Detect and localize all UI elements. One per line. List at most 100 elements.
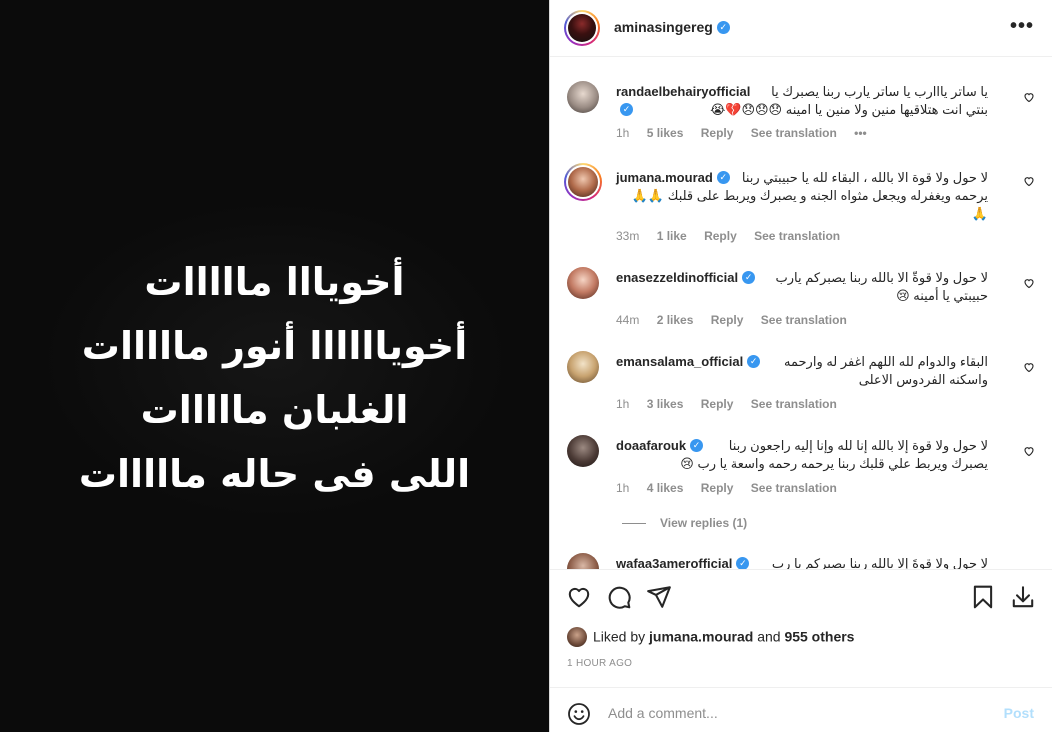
comment-time: 1h: [616, 481, 630, 495]
comment-message: لا حول ولا قوةّ الا بالله ربنا يصبركم يا…: [775, 270, 988, 303]
media-text-line: اللى فى حاله مااااات: [78, 452, 471, 496]
comment-likes[interactable]: 3 likes: [647, 397, 684, 411]
download-icon[interactable]: [1010, 584, 1036, 610]
liked-by-prefix: Liked by: [593, 628, 646, 645]
verified-badge-icon: ✓: [736, 557, 750, 569]
verified-badge-icon: ✓: [747, 355, 761, 368]
comment-body: doaafarouk ✓ لا حول ولا قوة إلا بالله إنا…: [616, 437, 988, 473]
liker-username[interactable]: jumana.mourad: [649, 629, 753, 645]
commenter-username[interactable]: doaafarouk: [616, 437, 686, 455]
comment-options-button[interactable]: •••: [854, 126, 867, 140]
save-bookmark-icon[interactable]: [970, 584, 996, 610]
more-options-button[interactable]: •••: [1010, 14, 1034, 38]
comment-body: emansalama_official ✓ البقاء والدوام لله …: [616, 353, 988, 389]
verified-badge-icon: ✓: [742, 271, 756, 284]
commenter-username[interactable]: jumana.mourad: [616, 169, 713, 187]
like-comment-heart-icon[interactable]: [1023, 277, 1035, 289]
see-translation-button[interactable]: See translation: [751, 481, 837, 495]
comment-time: 1h: [616, 397, 630, 411]
comment-text: jumana.mourad ✓ لا حول ولا قوة الا بالله …: [616, 169, 988, 223]
comment-message: البقاء والدوام لله اللهم اغفر له وارحمه …: [784, 354, 988, 387]
media-text-block: أخويااا مااااات أخوياااااا أنور مااااات …: [0, 250, 549, 506]
comment-meta: 44m 2 likes Reply See translation: [616, 313, 861, 327]
comment-text: wafaa3amerofficial ✓ لا حول ولا قوةَ إلا …: [616, 555, 988, 569]
owner-username[interactable]: aminasingereg ✓: [614, 19, 730, 35]
comment-text: enasezzeldinofficial ✓ لا حول ولا قوةّ ال…: [616, 269, 988, 305]
comment-time: 1h: [616, 126, 630, 140]
comment-time: 44m: [616, 313, 640, 327]
comment-message: يا ساتر يااارب يا ساتر يارب ربنا يصبرك ي…: [710, 84, 988, 117]
comment-message: لا حول ولا قوةَ إلا بالله ربنا يصبركم يا…: [771, 556, 988, 569]
comment-meta: 1h 4 likes Reply See translation: [616, 481, 851, 495]
like-comment-heart-icon[interactable]: [1023, 361, 1035, 373]
like-heart-icon[interactable]: [566, 584, 592, 610]
commenter-avatar[interactable]: [567, 81, 599, 113]
verified-badge-icon: ✓: [620, 103, 633, 116]
commenter-avatar[interactable]: [567, 351, 599, 383]
reply-button[interactable]: Reply: [701, 397, 734, 411]
comment-body: jumana.mourad ✓ لا حول ولا قوة الا بالله …: [616, 169, 988, 223]
like-comment-heart-icon[interactable]: [1023, 175, 1035, 187]
post-media[interactable]: أخويااا مااااات أخوياااااا أنور مااااات …: [0, 0, 549, 732]
post-details-panel: aminasingereg ✓ ••• randaelbehairyofficia…: [549, 0, 1052, 732]
owner-username-text[interactable]: aminasingereg: [614, 19, 713, 35]
comment-text: doaafarouk ✓ لا حول ولا قوة إلا بالله إنا…: [616, 437, 988, 473]
commenter-avatar[interactable]: [564, 163, 602, 201]
comment-input[interactable]: [606, 700, 980, 726]
reply-button[interactable]: Reply: [701, 481, 734, 495]
comment-likes[interactable]: 1 like: [657, 229, 687, 243]
verified-badge-icon: ✓: [716, 20, 730, 34]
post-comment-button[interactable]: Post: [1004, 705, 1034, 721]
comment-likes[interactable]: 2 likes: [657, 313, 694, 327]
liker-avatar[interactable]: [567, 627, 587, 647]
commenter-username[interactable]: randaelbehairyofficial: [616, 83, 750, 101]
view-replies-label[interactable]: View replies (1): [660, 516, 747, 530]
replies-divider: [622, 523, 646, 525]
comment-body: randaelbehairyofficial يا ساتر يااارب يا…: [616, 83, 988, 119]
see-translation-button[interactable]: See translation: [751, 397, 837, 411]
view-replies-button[interactable]: View replies (1): [622, 516, 747, 530]
post-header: aminasingereg ✓ •••: [550, 0, 1052, 57]
post-actions-section: Liked by jumana.mourad and 955 others 1 …: [550, 569, 1052, 688]
media-text-line: أخوياااااا أنور مااااات: [81, 324, 468, 368]
see-translation-button[interactable]: See translation: [754, 229, 840, 243]
comment-message: لا حول ولا قوة إلا بالله إنا لله وإنا إل…: [680, 438, 988, 471]
comment-likes[interactable]: 4 likes: [647, 481, 684, 495]
comment-time: 33m: [616, 229, 640, 243]
reply-button[interactable]: Reply: [704, 229, 737, 243]
owner-avatar[interactable]: [564, 10, 600, 46]
verified-badge-icon: ✓: [716, 171, 730, 184]
commenter-avatar[interactable]: [567, 435, 599, 467]
like-comment-heart-icon[interactable]: [1023, 91, 1035, 103]
comment-meta: 1h 5 likes Reply See translation •••: [616, 126, 881, 140]
comments-list[interactable]: randaelbehairyofficial يا ساتر يااارب يا…: [550, 57, 1052, 569]
comment-meta: 33m 1 like Reply See translation: [616, 229, 854, 243]
comment-text: randaelbehairyofficial يا ساتر يااارب يا…: [616, 83, 988, 119]
likes-count-button[interactable]: 955 others: [784, 629, 854, 645]
add-comment-bar: Post: [550, 687, 1052, 733]
emoji-smiley-icon[interactable]: [567, 702, 591, 726]
verified-badge-icon: ✓: [690, 439, 704, 452]
comment-body: wafaa3amerofficial ✓ لا حول ولا قوةَ إلا …: [616, 555, 988, 569]
share-send-icon[interactable]: [646, 584, 672, 610]
like-comment-heart-icon[interactable]: [1023, 445, 1035, 457]
reply-button[interactable]: Reply: [711, 313, 744, 327]
commenter-username[interactable]: emansalama_official: [616, 353, 743, 371]
commenter-avatar[interactable]: [567, 267, 599, 299]
media-text-line: أخويااا مااااات: [144, 260, 405, 304]
post-timestamp[interactable]: 1 HOUR AGO: [567, 658, 632, 669]
see-translation-button[interactable]: See translation: [761, 313, 847, 327]
comment-text: emansalama_official ✓ البقاء والدوام لله …: [616, 353, 988, 389]
commenter-username[interactable]: enasezzeldinofficial: [616, 269, 738, 287]
comment-bubble-icon[interactable]: [606, 584, 632, 610]
comment-body: enasezzeldinofficial ✓ لا حول ولا قوةّ ال…: [616, 269, 988, 305]
liked-by-and: and: [757, 628, 781, 645]
reply-button[interactable]: Reply: [701, 126, 734, 140]
comment-meta: 1h 3 likes Reply See translation: [616, 397, 851, 411]
comment-likes[interactable]: 5 likes: [647, 126, 684, 140]
commenter-username[interactable]: wafaa3amerofficial: [616, 555, 732, 569]
media-text-line: الغلبان مااااات: [140, 388, 409, 432]
liked-by-summary: Liked by jumana.mourad and 955 others: [567, 627, 854, 648]
commenter-avatar[interactable]: [567, 553, 599, 569]
see-translation-button[interactable]: See translation: [751, 126, 837, 140]
